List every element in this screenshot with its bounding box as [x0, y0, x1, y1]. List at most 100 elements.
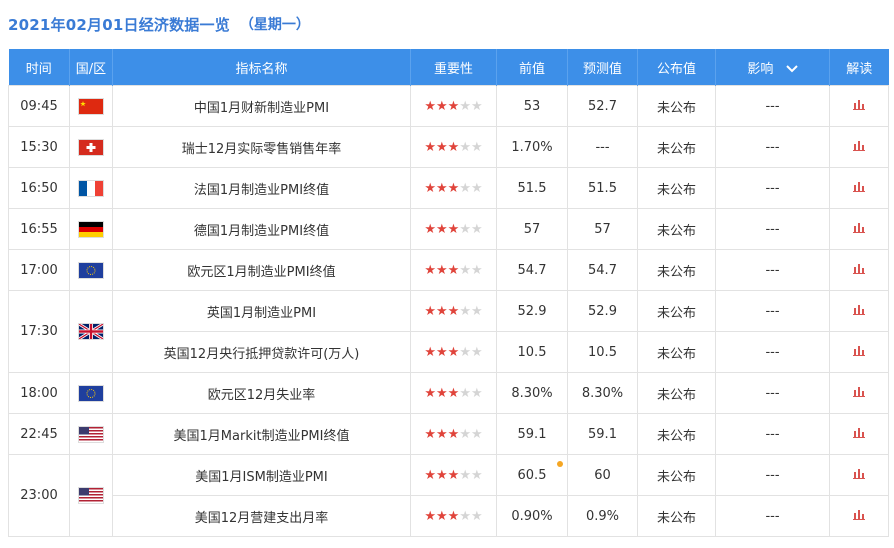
page-title: 2021年02月01日经济数据一览: [8, 15, 230, 34]
actual-value: 未公布: [637, 372, 716, 414]
star-icon: ★: [424, 98, 437, 114]
indicator-name-link[interactable]: 美国1月Markit制造业PMI终值: [112, 413, 411, 455]
star-icon: ★: [436, 180, 448, 196]
bar-chart-icon[interactable]: [853, 509, 865, 524]
chevron-down-icon[interactable]: [785, 65, 798, 73]
bar-chart-icon[interactable]: [853, 345, 865, 360]
indicator-name-link[interactable]: 瑞士12月实际零售销售年率: [112, 126, 411, 168]
analysis-cell[interactable]: [829, 331, 889, 373]
bar-chart-icon[interactable]: [853, 263, 865, 278]
forecast-value: 60: [567, 454, 638, 496]
indicator-name-link[interactable]: 法国1月制造业PMI终值: [112, 167, 411, 209]
bar-chart-icon[interactable]: [853, 222, 865, 237]
forecast-value: 52.9: [567, 290, 638, 332]
time-cell: 15:30: [8, 126, 70, 168]
eu-flag-icon: [78, 384, 104, 402]
previous-value: 1.70%: [496, 126, 568, 168]
bar-chart-icon[interactable]: [853, 99, 865, 114]
indicator-name-link[interactable]: 英国1月制造业PMI: [112, 290, 411, 332]
star-icon: ★: [424, 385, 437, 401]
time-cell: 16:55: [8, 208, 70, 250]
impact-value: ---: [715, 413, 830, 455]
impact-value: ---: [715, 495, 830, 537]
table-row: 16:55 德国1月制造业PMI终值 ★★★★★ 57 57 未公布 ---: [8, 208, 889, 250]
forecast-value: 8.30%: [567, 372, 638, 414]
indicator-name-link[interactable]: 美国12月营建支出月率: [112, 495, 411, 537]
star-icon: ★: [424, 426, 437, 442]
star-icon: ★: [436, 98, 448, 114]
star-icon: ★: [470, 221, 483, 237]
time-cell: 23:00: [8, 454, 70, 537]
indicator-name-link[interactable]: 英国12月央行抵押贷款许可(万人): [112, 331, 411, 373]
bar-chart-icon[interactable]: [853, 386, 865, 401]
previous-value: 57: [496, 208, 568, 250]
impact-value: ---: [715, 290, 830, 332]
france-flag-icon: [78, 179, 104, 197]
analysis-cell[interactable]: [829, 167, 889, 209]
analysis-cell[interactable]: [829, 249, 889, 291]
forecast-value: 51.5: [567, 167, 638, 209]
star-icon: ★: [424, 139, 437, 155]
country-cell: [69, 167, 113, 209]
bar-chart-icon[interactable]: [853, 140, 865, 155]
table-row: 16:50 法国1月制造业PMI终值 ★★★★★ 51.5 51.5 未公布 ---: [8, 167, 889, 209]
table-row: 美国12月营建支出月率 ★★★★★ 0.90% 0.9% 未公布 ---: [9, 495, 889, 537]
star-icon: ★: [436, 426, 448, 442]
indicator-name-link[interactable]: 欧元区12月失业率: [112, 372, 411, 414]
impact-value: ---: [715, 85, 830, 127]
star-icon: ★: [436, 344, 448, 360]
actual-value: 未公布: [637, 249, 716, 291]
bar-chart-icon[interactable]: [853, 181, 865, 196]
star-icon: ★: [447, 426, 460, 442]
time-cell: 17:00: [8, 249, 70, 291]
table-row: 18:00 欧元区12月失业率 ★★★★★ 8.30% 8.30% 未公布 ---: [8, 372, 889, 414]
previous-value: 51.5: [496, 167, 568, 209]
importance-rating: ★★★★★: [410, 290, 497, 332]
indicator-name-link[interactable]: 欧元区1月制造业PMI终值: [112, 249, 411, 291]
analysis-cell[interactable]: [829, 372, 889, 414]
star-icon: ★: [447, 467, 460, 483]
previous-value: 54.7: [496, 249, 568, 291]
actual-value: 未公布: [637, 290, 716, 332]
importance-rating: ★★★★★: [410, 454, 497, 496]
previous-value: 53: [496, 85, 568, 127]
analysis-cell[interactable]: [829, 290, 889, 332]
bar-chart-icon[interactable]: [853, 468, 865, 483]
star-icon: ★: [459, 303, 471, 319]
indicator-name-link[interactable]: 德国1月制造业PMI终值: [112, 208, 411, 250]
table-row: 17:30 英国1月制造业PMI ★★★★★ 52.9 52.9 未公布 ---: [8, 290, 889, 373]
star-icon: ★: [470, 139, 483, 155]
country-cell: [69, 249, 113, 291]
star-icon: ★: [459, 262, 471, 278]
column-header-impact[interactable]: 影响: [715, 49, 830, 86]
forecast-value: 0.9%: [567, 495, 638, 537]
analysis-cell[interactable]: [829, 454, 889, 496]
previous-value: 8.30%: [496, 372, 568, 414]
economic-calendar-table: 时间 国/区 指标名称 重要性 前值 预测值 公布值 影响 解读 09:45 中国…: [8, 49, 889, 537]
star-icon: ★: [447, 262, 460, 278]
indicator-name-link[interactable]: 美国1月ISM制造业PMI: [112, 454, 411, 496]
actual-value: 未公布: [637, 454, 716, 496]
analysis-cell[interactable]: [829, 85, 889, 127]
impact-header-label: 影响: [747, 61, 774, 77]
bar-chart-icon[interactable]: [853, 304, 865, 319]
previous-value: 0.90%: [496, 495, 568, 537]
analysis-cell[interactable]: [829, 413, 889, 455]
star-icon: ★: [424, 221, 437, 237]
analysis-cell[interactable]: [829, 495, 889, 537]
time-cell: 17:30: [8, 290, 70, 373]
bar-chart-icon[interactable]: [853, 427, 865, 442]
indicator-name-link[interactable]: 中国1月财新制造业PMI: [112, 85, 411, 127]
column-header-time: 时间: [8, 49, 70, 86]
star-icon: ★: [459, 180, 471, 196]
star-icon: ★: [470, 508, 483, 524]
time-cell: 18:00: [8, 372, 70, 414]
table-row: 15:30 瑞士12月实际零售销售年率 ★★★★★ 1.70% --- 未公布 ---: [8, 126, 889, 168]
impact-value: ---: [715, 372, 830, 414]
star-icon: ★: [470, 467, 483, 483]
star-icon: ★: [470, 303, 483, 319]
star-icon: ★: [436, 303, 448, 319]
update-indicator-dot: [557, 461, 563, 467]
analysis-cell[interactable]: [829, 208, 889, 250]
analysis-cell[interactable]: [829, 126, 889, 168]
